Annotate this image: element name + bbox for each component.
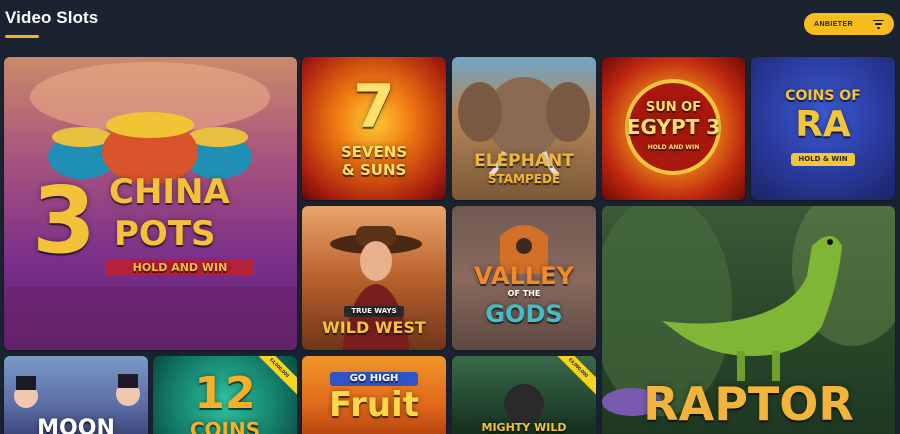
wild-west-line2: WILD WEST <box>322 318 426 337</box>
valley-line2: OF THE <box>507 289 541 298</box>
game-tile-china-pots[interactable]: 3 CHINA POTS HOLD AND WIN <box>4 57 297 350</box>
sevens-suns-line2: & SUNS <box>341 161 407 179</box>
china-pots-line2: POTS <box>114 214 216 254</box>
game-tile-raptor[interactable]: RAPTOR <box>602 206 895 434</box>
moon-title: MOON <box>37 416 115 434</box>
provider-filter-button[interactable]: ANBIETER <box>804 13 894 35</box>
section-header: Video Slots ANBIETER <box>0 0 900 50</box>
valley-line3: GODS <box>485 300 563 328</box>
game-tile-sevens-suns[interactable]: 7 SEVENS & SUNS <box>302 57 446 200</box>
sun-egypt-line2: EGYPT 3 <box>626 115 721 139</box>
game-tile-elephant-stampede[interactable]: ELEPHANT STAMPEDE <box>452 57 596 200</box>
wild-west-line1: TRUE WAYS <box>344 306 404 317</box>
game-tile-go-high-fruit[interactable]: GO HIGH Fruit <box>302 356 446 434</box>
sun-egypt-line1: SUN OF <box>645 100 702 115</box>
game-tile-12-coins[interactable]: €4,000,000 12 COINS <box>153 356 297 434</box>
china-pots-line3: HOLD AND WIN <box>106 259 254 276</box>
china-pots-line1: CHINA <box>109 172 230 212</box>
coins-12-word: COINS <box>189 418 261 434</box>
fruit-line2: Fruit <box>329 385 419 425</box>
coins-ra-line1: COINS OF <box>785 88 861 104</box>
game-tile-mighty-wild[interactable]: €4,000,000 MIGHTY WILD <box>452 356 596 434</box>
game-tile-sun-of-egypt-3[interactable]: SUN OF EGYPT 3 HOLD AND WIN <box>602 57 745 200</box>
coins-ra-line2: RA <box>795 104 851 145</box>
china-pots-number: 3 <box>32 167 97 274</box>
elephant-line2: STAMPEDE <box>487 172 561 186</box>
section-title: Video Slots <box>5 8 99 27</box>
coins-12-number: 12 <box>194 368 256 419</box>
sevens-suns-line1: SEVENS <box>340 143 408 161</box>
raptor-title: RAPTOR <box>643 377 854 431</box>
game-tile-wild-west[interactable]: TRUE WAYS WILD WEST <box>302 206 446 350</box>
game-tile-moon[interactable]: MOON <box>4 356 148 434</box>
game-tile-valley-of-the-gods[interactable]: VALLEY OF THE GODS <box>452 206 596 350</box>
mighty-wild-title: MIGHTY WILD <box>481 421 567 434</box>
elephant-line1: ELEPHANT <box>474 151 574 171</box>
fruit-line1: GO HIGH <box>330 372 418 386</box>
filter-button-label: ANBIETER <box>814 20 853 28</box>
valley-line1: VALLEY <box>474 262 574 290</box>
title-underline <box>5 35 39 38</box>
coins-ra-line3: HOLD & WIN <box>791 153 855 166</box>
game-tile-coins-of-ra[interactable]: COINS OF RA HOLD & WIN <box>751 57 895 200</box>
sevens-suns-number: 7 <box>353 72 395 142</box>
sun-egypt-line3: HOLD AND WIN <box>647 144 700 151</box>
filter-icon <box>873 19 884 29</box>
